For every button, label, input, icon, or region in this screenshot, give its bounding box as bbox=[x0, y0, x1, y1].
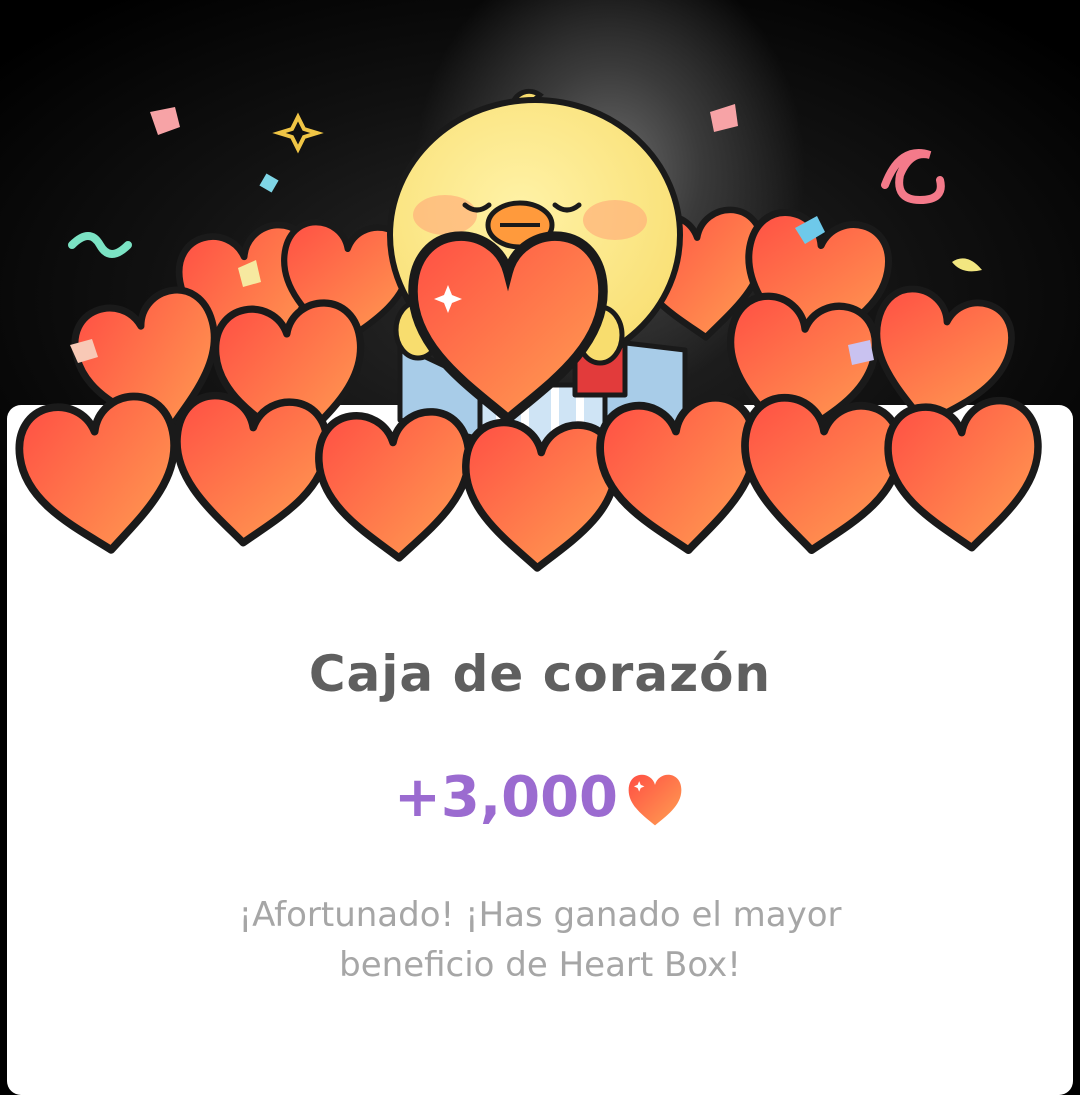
message-line-2: beneficio de Heart Box! bbox=[339, 945, 741, 985]
heart-icon bbox=[628, 774, 682, 825]
reward-amount: +3,000 bbox=[393, 765, 619, 830]
reward-row: +3,000 bbox=[0, 765, 1080, 830]
heart-icon bbox=[14, 391, 188, 560]
heart-icon bbox=[462, 421, 617, 570]
dialog-title: Caja de corazón bbox=[308, 645, 772, 703]
heart-icon bbox=[734, 394, 904, 558]
reward-message: ¡Afortunado! ¡Has ganado el mayor benefi… bbox=[190, 890, 890, 990]
heart-box-illustration bbox=[0, 88, 1080, 600]
heart-icon bbox=[885, 397, 1047, 554]
message-line-1: ¡Afortunado! ¡Has ganado el mayor bbox=[238, 895, 842, 935]
heart-icon bbox=[317, 410, 474, 562]
heart-icon bbox=[168, 392, 330, 549]
heart-icon bbox=[596, 394, 766, 558]
